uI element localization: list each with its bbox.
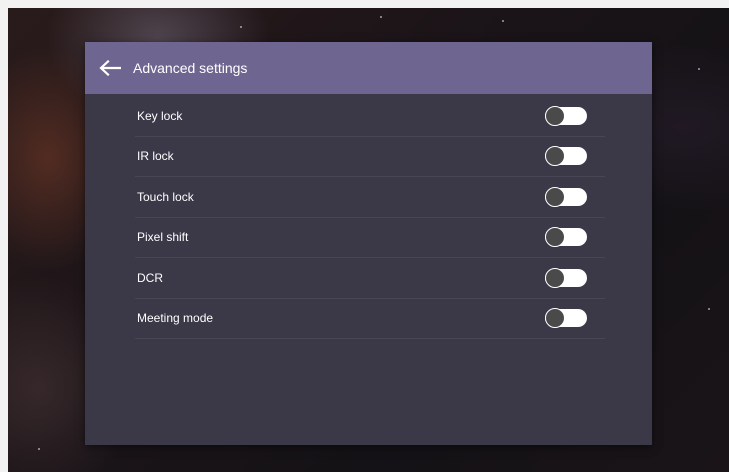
setting-label: DCR	[137, 270, 163, 285]
toggle-knob	[545, 308, 565, 329]
meeting-mode-toggle[interactable]	[545, 308, 587, 329]
settings-list: Key lock IR lock Touch lock Pixel shift …	[135, 96, 605, 339]
pixel-shift-toggle[interactable]	[545, 227, 587, 248]
toggle-knob	[545, 227, 565, 248]
star-decoration	[698, 68, 700, 70]
panel-header: Advanced settings	[85, 42, 652, 94]
setting-label: IR lock	[137, 149, 174, 164]
setting-label: Key lock	[137, 108, 183, 123]
advanced-settings-panel: Advanced settings Key lock IR lock Touch…	[85, 42, 652, 445]
setting-row-pixel-shift[interactable]: Pixel shift	[135, 218, 605, 258]
toggle-knob	[545, 267, 565, 288]
setting-label: Meeting mode	[137, 311, 214, 326]
star-decoration	[380, 16, 382, 18]
setting-row-touch-lock[interactable]: Touch lock	[135, 177, 605, 218]
setting-label: Touch lock	[137, 189, 194, 204]
desktop-background: Advanced settings Key lock IR lock Touch…	[8, 8, 729, 472]
star-decoration	[240, 26, 242, 28]
panel-title: Advanced settings	[133, 60, 248, 76]
toggle-knob	[545, 186, 565, 207]
setting-row-key-lock[interactable]: Key lock	[135, 96, 605, 137]
arrow-left-icon[interactable]	[97, 55, 123, 81]
star-decoration	[708, 308, 710, 310]
star-decoration	[38, 448, 40, 450]
setting-row-dcr[interactable]: DCR	[135, 258, 605, 299]
toggle-knob	[545, 146, 565, 167]
setting-label: Pixel shift	[137, 230, 189, 245]
star-decoration	[502, 20, 504, 22]
toggle-knob	[545, 105, 565, 126]
setting-row-meeting-mode[interactable]: Meeting mode	[135, 299, 605, 339]
setting-row-ir-lock[interactable]: IR lock	[135, 137, 605, 177]
dcr-toggle[interactable]	[545, 267, 587, 288]
touch-lock-toggle[interactable]	[545, 186, 587, 207]
ir-lock-toggle[interactable]	[545, 146, 587, 167]
key-lock-toggle[interactable]	[545, 105, 587, 126]
